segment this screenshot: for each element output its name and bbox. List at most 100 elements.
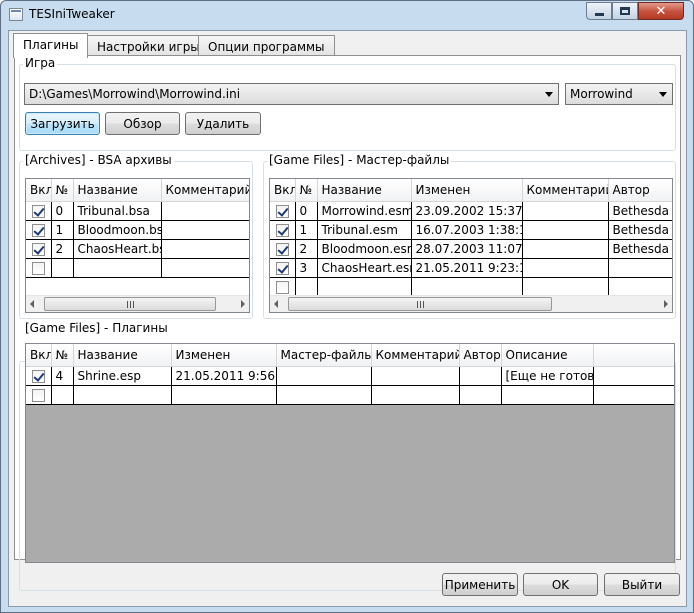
- table-row-new[interactable]: [26, 385, 674, 405]
- col-header-comment[interactable]: Комментарий: [161, 179, 249, 202]
- table-row[interactable]: 3 ChaosHeart.esm 21.05.2011 9:23:15: [270, 258, 672, 278]
- cell-modified: 21.05.2011 9:23:15: [411, 258, 523, 278]
- scroll-right-icon[interactable]: [664, 300, 668, 308]
- col-header-enabled[interactable]: Вкл: [26, 179, 52, 202]
- load-button[interactable]: Загрузить: [25, 112, 100, 135]
- enabled-checkbox[interactable]: [275, 242, 289, 256]
- enabled-checkbox[interactable]: [31, 388, 45, 402]
- maximize-button[interactable]: [612, 2, 638, 20]
- col-header-masters[interactable]: Мастер-файлы: [276, 344, 372, 367]
- close-button[interactable]: ✕: [638, 2, 684, 20]
- enabled-checkbox[interactable]: [275, 280, 289, 294]
- ini-path-combo[interactable]: D:\Games\Morrowind\Morrowind.ini: [24, 83, 559, 105]
- cell-modified: 23.09.2002 15:37:22: [411, 201, 523, 221]
- game-group: [19, 64, 676, 151]
- enabled-checkbox[interactable]: [31, 261, 45, 275]
- enabled-checkbox[interactable]: [31, 369, 45, 383]
- cell-name: [73, 258, 162, 278]
- col-header-modified[interactable]: Изменен: [171, 344, 277, 367]
- col-header-comment[interactable]: Комментарий: [371, 344, 460, 367]
- cell-name: ChaosHeart.bsa: [73, 239, 162, 259]
- cell-comment: [161, 258, 249, 278]
- app-icon: [9, 8, 23, 21]
- cell-name: Bloodmoon.bsa: [73, 220, 162, 240]
- chevron-down-icon: [545, 92, 553, 97]
- col-header-num[interactable]: №: [51, 179, 74, 202]
- plugins-tab-page: Игра D:\Games\Morrowind\Morrowind.ini Mo…: [14, 55, 681, 591]
- exit-button[interactable]: Выйти: [604, 573, 680, 596]
- col-header-comment[interactable]: Комментарий: [522, 179, 609, 202]
- cell-author: Bethesda: [608, 239, 672, 259]
- enabled-checkbox[interactable]: [31, 204, 45, 218]
- table-row[interactable]: 1 Bloodmoon.bsa: [26, 220, 249, 240]
- cell-comment: [161, 239, 249, 259]
- cell-num: 0: [51, 201, 74, 221]
- client-area: Плагины Настройки игры Опции программы И…: [8, 30, 687, 607]
- game-group-title: Игра: [23, 56, 58, 70]
- grip-icon: [127, 301, 134, 308]
- cell-comment: [522, 201, 609, 221]
- plugins-group-title: [Game Files] - Плагины: [23, 321, 170, 335]
- col-header-description[interactable]: Описание: [501, 344, 594, 367]
- col-header-name[interactable]: Название: [73, 179, 162, 202]
- cell-modified: 21.05.2011 9:56:36: [171, 366, 277, 386]
- cell-num: 1: [295, 220, 318, 240]
- archives-grid[interactable]: Вкл № Название Комментарий 0 Tribunal.bs…: [25, 178, 250, 313]
- tab-game-settings[interactable]: Настройки игры: [87, 35, 210, 57]
- enabled-checkbox[interactable]: [31, 223, 45, 237]
- tab-program-options[interactable]: Опции программы: [198, 35, 335, 57]
- enabled-checkbox[interactable]: [31, 242, 45, 256]
- game-select-combo[interactable]: Morrowind: [565, 83, 673, 105]
- enabled-checkbox[interactable]: [275, 204, 289, 218]
- cell-comment: [161, 201, 249, 221]
- col-header-modified[interactable]: Изменен: [411, 179, 523, 202]
- masters-grid[interactable]: Вкл № Название Изменен Комментарий Автор…: [269, 178, 673, 313]
- delete-button[interactable]: Удалить: [185, 112, 261, 135]
- table-row[interactable]: 4 Shrine.esp 21.05.2011 9:56:36 [Еще не …: [26, 366, 674, 386]
- cell-num: 3: [295, 258, 318, 278]
- table-row[interactable]: 0 Tribunal.bsa: [26, 201, 249, 221]
- col-header-author[interactable]: Автор: [459, 344, 502, 367]
- window-title: TESIniTweaker: [29, 7, 115, 21]
- grip-icon: [417, 301, 424, 308]
- browse-button[interactable]: Обзор: [105, 112, 180, 135]
- tab-plugins[interactable]: Плагины: [13, 33, 89, 58]
- scroll-left-icon[interactable]: [274, 300, 278, 308]
- cell-num: 2: [51, 239, 74, 259]
- apply-button[interactable]: Применить: [442, 573, 518, 596]
- cell-author: [459, 366, 502, 386]
- cell-name: Shrine.esp: [73, 366, 172, 386]
- col-header-name[interactable]: Название: [317, 179, 412, 202]
- cell-name: Tribunal.bsa: [73, 201, 162, 221]
- scroll-left-icon[interactable]: [30, 300, 34, 308]
- table-row-new[interactable]: [26, 258, 249, 278]
- scroll-right-icon[interactable]: [241, 300, 245, 308]
- scroll-thumb[interactable]: [288, 297, 552, 311]
- enabled-checkbox[interactable]: [275, 261, 289, 275]
- col-header-enabled[interactable]: Вкл: [26, 344, 52, 367]
- minimize-button[interactable]: [586, 2, 612, 20]
- title-bar[interactable]: TESIniTweaker ✕: [1, 1, 693, 29]
- enabled-checkbox[interactable]: [275, 223, 289, 237]
- table-row[interactable]: 0 Morrowind.esm 23.09.2002 15:37:22 Beth…: [270, 201, 672, 221]
- masters-hscrollbar[interactable]: [270, 295, 672, 312]
- cell-comment: [161, 220, 249, 240]
- cell-num: 1: [51, 220, 74, 240]
- table-row-new[interactable]: [270, 277, 672, 297]
- col-header-num[interactable]: №: [51, 344, 74, 367]
- archives-hscrollbar[interactable]: [26, 295, 249, 312]
- col-header-filler: [593, 344, 674, 367]
- cell-name: Morrowind.esm: [317, 201, 412, 221]
- col-header-enabled[interactable]: Вкл: [270, 179, 296, 202]
- table-row[interactable]: 1 Tribunal.esm 16.07.2003 1:38:18 Bethes…: [270, 220, 672, 240]
- cell-num: 0: [295, 201, 318, 221]
- table-row[interactable]: 2 ChaosHeart.bsa: [26, 239, 249, 259]
- scroll-thumb[interactable]: [44, 297, 216, 311]
- col-header-num[interactable]: №: [295, 179, 318, 202]
- cell-num: 4: [51, 366, 74, 386]
- plugins-grid[interactable]: Вкл № Название Изменен Мастер-файлы Комм…: [25, 343, 675, 563]
- col-header-author[interactable]: Автор: [608, 179, 672, 202]
- ok-button[interactable]: OK: [523, 573, 598, 596]
- table-row[interactable]: 2 Bloodmoon.esm 28.07.2003 11:07:00 Beth…: [270, 239, 672, 259]
- col-header-name[interactable]: Название: [73, 344, 172, 367]
